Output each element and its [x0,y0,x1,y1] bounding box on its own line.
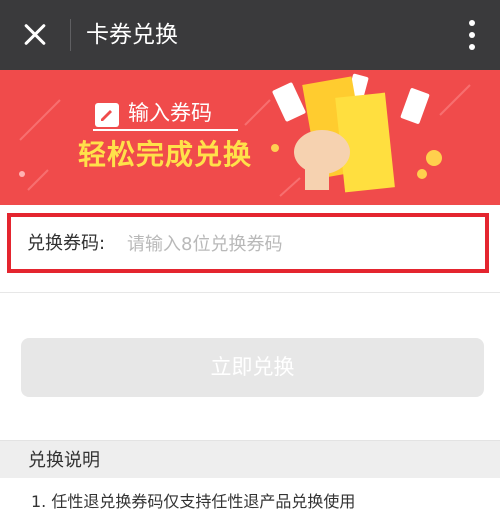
instructions-title: 兑换说明 [28,450,100,471]
coupon-code-label: 兑换券码: [27,233,106,254]
instruction-item: 1. 任性退兑换券码仅支持任性退产品兑换使用 [31,492,356,511]
more-options-icon[interactable] [460,17,484,53]
banner-input-label: 输入券码 [128,101,212,125]
title-divider [70,19,71,51]
title-bar: 卡券兑换 [0,0,500,70]
close-icon[interactable] [14,14,56,56]
page-title: 卡券兑换 [86,22,178,48]
coupon-code-field: 兑换券码: [7,213,489,273]
coupon-code-input[interactable] [127,229,457,259]
banner-slogan: 轻松完成兑换 [78,138,253,171]
instructions-header: 兑换说明 [0,440,500,478]
promo-banner: 输入券码 轻松完成兑换 [0,70,500,205]
redeem-button[interactable]: 立即兑换 [21,338,484,397]
pencil-icon [95,103,119,127]
banner-underline [93,129,238,131]
divider [0,292,500,293]
